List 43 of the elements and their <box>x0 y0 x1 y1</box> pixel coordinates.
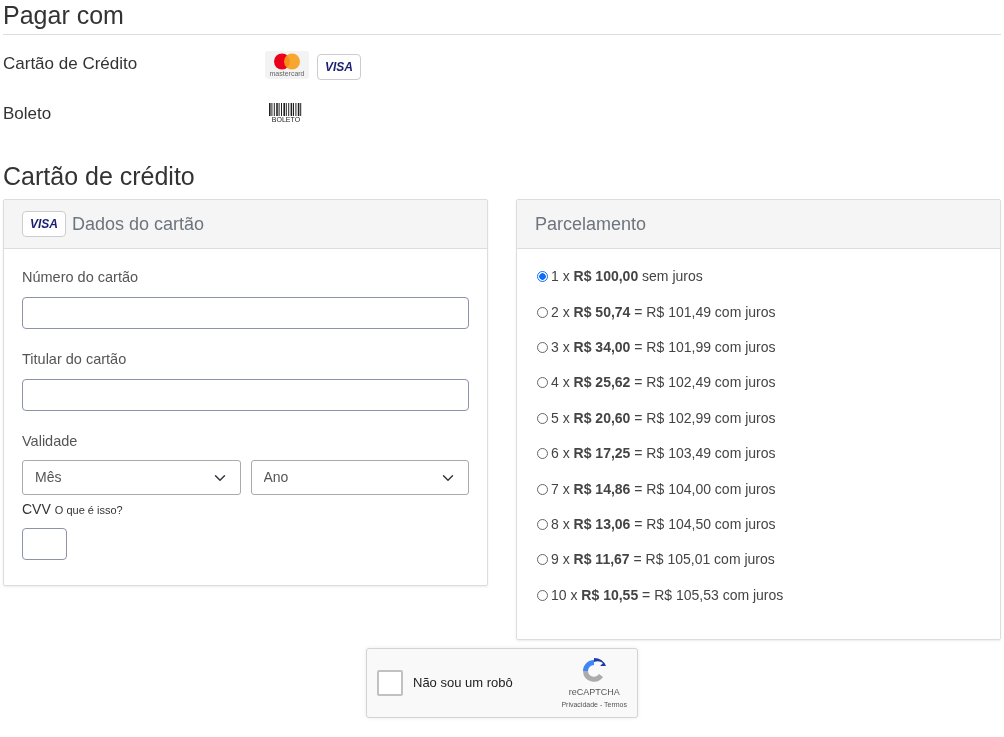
payment-method-label: Boleto <box>3 103 53 125</box>
installment-option[interactable]: 7 x R$ 14,86 = R$ 104,00 com juros <box>551 478 776 500</box>
installment-radio[interactable] <box>537 412 548 424</box>
visa-logo: VISA <box>317 54 361 80</box>
installment-radio[interactable] <box>537 518 548 530</box>
barcode-icon <box>269 103 303 116</box>
field-label: CVV <box>22 500 51 520</box>
installment-radio[interactable] <box>537 271 548 283</box>
help-link[interactable]: O que é isso? <box>54 502 123 519</box>
installment-radio[interactable] <box>537 377 548 389</box>
panel-title: Dados do cartão <box>72 212 205 236</box>
installment-option[interactable]: 8 x R$ 13,06 = R$ 104,50 com juros <box>551 513 776 535</box>
payment-method-label: Cartão de Crédito <box>3 53 139 75</box>
circles-icon <box>273 52 301 70</box>
installment-option[interactable]: 4 x R$ 25,62 = R$ 102,49 com juros <box>551 372 776 394</box>
page-title: Pagar com <box>3 0 125 30</box>
visa-logo: VISA <box>22 211 66 237</box>
section-title: Cartão de crédito <box>3 161 196 191</box>
installment-option[interactable]: 3 x R$ 34,00 = R$ 101,99 com juros <box>551 336 776 358</box>
panel-title: Parcelamento <box>535 212 647 236</box>
installment-option[interactable]: 5 x R$ 20,60 = R$ 102,99 com juros <box>551 407 776 429</box>
year-select[interactable]: Ano <box>250 460 469 496</box>
field-label: Número do cartão <box>22 268 140 287</box>
installment-radio[interactable] <box>537 341 548 353</box>
cardholder-field[interactable] <box>22 378 469 411</box>
installment-option[interactable]: 9 x R$ 11,67 = R$ 105,01 com juros <box>551 549 775 571</box>
installment-option[interactable]: 6 x R$ 17,25 = R$ 103,49 com juros <box>551 443 776 465</box>
installment-option[interactable]: 2 x R$ 50,74 = R$ 101,49 com juros <box>551 301 776 323</box>
cvv-field[interactable] <box>22 528 67 561</box>
installment-option[interactable]: 1 x R$ 100,00 sem juros <box>551 266 703 288</box>
card-number-field[interactable] <box>22 296 469 329</box>
field-label: Validade <box>22 431 79 451</box>
installment-radio[interactable] <box>537 554 548 566</box>
month-select[interactable]: Mês <box>22 460 241 496</box>
installment-radio[interactable] <box>537 483 548 495</box>
field-label: Titular do cartão <box>22 349 128 369</box>
installment-radio[interactable] <box>537 589 548 601</box>
installment-radio[interactable] <box>537 306 548 318</box>
installment-option[interactable]: 10 x R$ 10,55 = R$ 105,53 com juros <box>551 584 784 606</box>
installment-radio[interactable] <box>537 448 548 460</box>
captcha-brand: reCAPTCHA <box>568 686 620 699</box>
captcha-label: Não sou um robô <box>413 674 513 693</box>
captcha-checkbox[interactable] <box>377 670 403 696</box>
